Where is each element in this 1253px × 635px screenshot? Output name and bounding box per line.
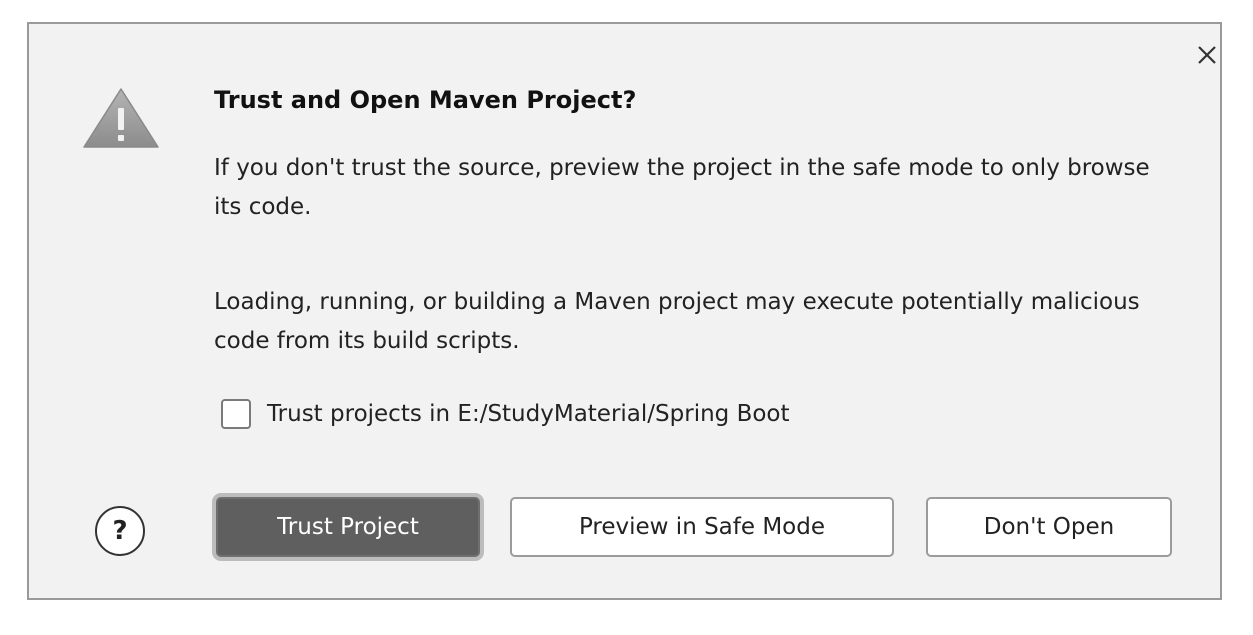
trust-location-label[interactable]: Trust projects in E:/StudyMaterial/Sprin…: [267, 401, 790, 427]
help-glyph: ?: [112, 516, 128, 546]
close-icon[interactable]: [1194, 42, 1220, 68]
trust-location-checkbox[interactable]: [221, 399, 251, 429]
help-icon[interactable]: ?: [95, 506, 145, 556]
dont-open-button[interactable]: Don't Open: [926, 497, 1172, 557]
trust-project-button[interactable]: Trust Project: [216, 497, 480, 557]
trust-location-checkbox-row[interactable]: Trust projects in E:/StudyMaterial/Sprin…: [221, 397, 790, 431]
warning-icon: [81, 86, 161, 150]
risk-warning-text: Loading, running, or building a Maven pr…: [214, 289, 1140, 354]
preview-safe-mode-button[interactable]: Preview in Safe Mode: [510, 497, 894, 557]
close-glyph: [1198, 46, 1216, 64]
trust-project-dialog: Trust and Open Maven Project? If you don…: [27, 22, 1222, 600]
safe-mode-explanation: If you don't trust the source, preview t…: [214, 155, 1150, 220]
dialog-title: Trust and Open Maven Project?: [214, 86, 637, 114]
